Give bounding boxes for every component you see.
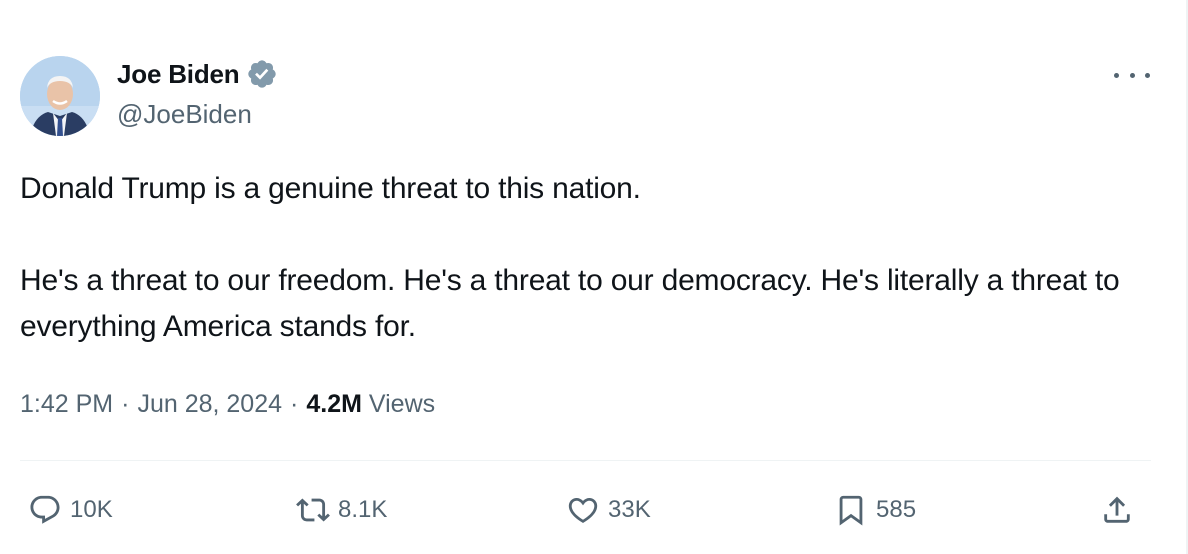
heart-icon	[568, 497, 598, 523]
reply-button[interactable]: 10K	[28, 490, 113, 530]
share-button[interactable]	[1100, 490, 1134, 530]
like-count: 33K	[608, 496, 651, 523]
tweet-text: Donald Trump is a genuine threat to this…	[20, 166, 1160, 350]
tweet-date[interactable]: Jun 28, 2024	[137, 390, 282, 418]
retweet-count: 8.1K	[338, 496, 388, 523]
reply-icon	[30, 495, 60, 524]
tweet-meta: 1:42 PM · Jun 28, 2024 · 4.2M Views	[20, 390, 435, 419]
bookmark-button[interactable]: 585	[834, 490, 916, 530]
meta-separator: ·	[121, 390, 130, 418]
verified-badge-icon[interactable]	[246, 58, 278, 90]
views-label: Views	[368, 390, 436, 418]
tweet-time[interactable]: 1:42 PM	[20, 390, 113, 418]
views-count: 4.2M	[306, 390, 362, 418]
reply-count: 10K	[70, 496, 113, 523]
tweet-paragraph-1: Donald Trump is a genuine threat to this…	[20, 172, 641, 205]
avatar-photo	[20, 56, 100, 136]
retweet-button[interactable]: 8.1K	[296, 490, 387, 530]
tweet-paragraph-2: He's a threat to our freedom. He's a thr…	[20, 264, 1120, 343]
meta-separator: ·	[290, 390, 299, 418]
share-icon	[1104, 496, 1130, 523]
author-name-row: Joe Biden	[117, 58, 278, 90]
author-name[interactable]: Joe Biden	[117, 59, 240, 90]
bookmark-icon	[839, 495, 863, 526]
avatar[interactable]	[20, 56, 100, 136]
author-handle[interactable]: @JoeBiden	[117, 99, 252, 130]
more-options-icon[interactable]	[1114, 64, 1150, 86]
retweet-icon	[296, 498, 330, 522]
divider	[20, 460, 1151, 461]
like-button[interactable]: 33K	[566, 490, 651, 530]
bookmark-count: 585	[876, 496, 917, 523]
